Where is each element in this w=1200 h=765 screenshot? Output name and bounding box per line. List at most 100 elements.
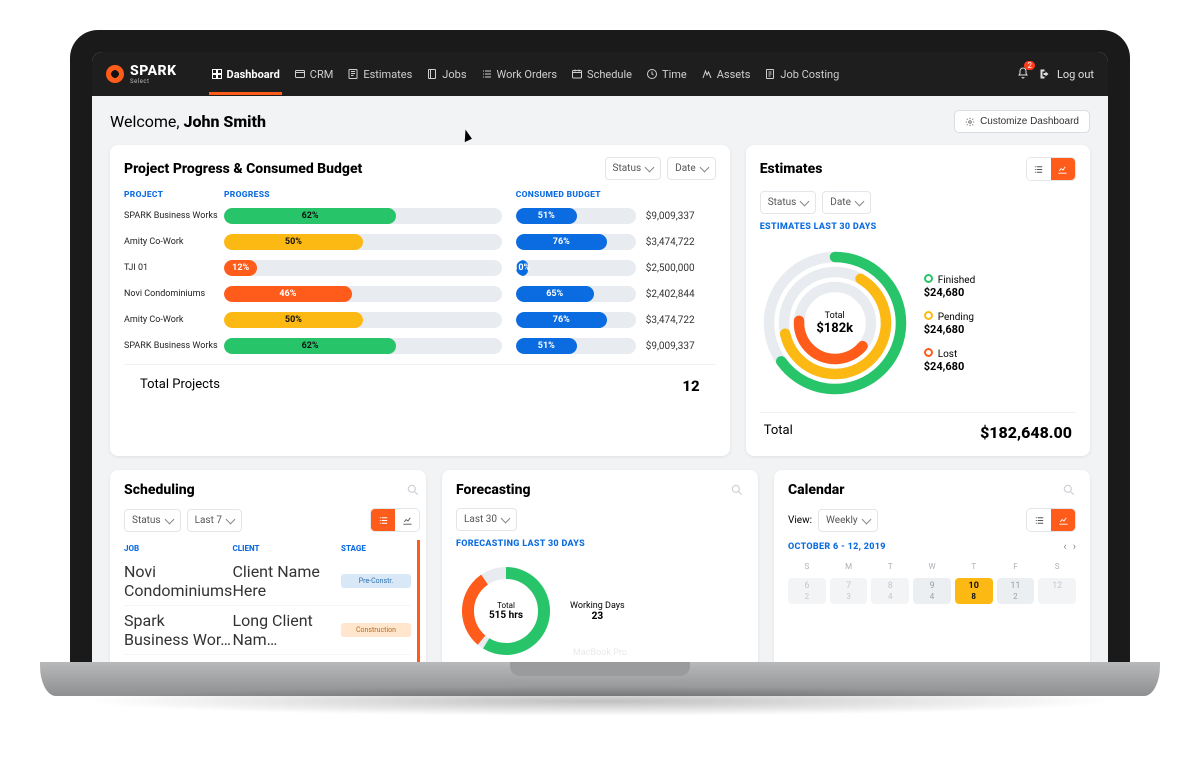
project-name: Amity Co-Work: [124, 315, 224, 325]
nav-icon: [347, 68, 359, 80]
nav-item-crm[interactable]: CRM: [294, 54, 334, 95]
search-icon[interactable]: [730, 483, 744, 497]
cal-day-head: M: [830, 559, 868, 574]
legend-value: $24,680: [924, 286, 976, 299]
scheduling-card: Scheduling Status Last 7: [110, 470, 426, 662]
project-progress-card: Project Progress & Consumed Budget Statu…: [110, 145, 730, 456]
project-name: Amity Co-Work: [124, 237, 224, 247]
cal-cell[interactable]: 62: [788, 578, 826, 604]
cal-chart-toggle[interactable]: [1051, 509, 1075, 531]
welcome-name: John Smith: [183, 112, 265, 131]
nav-icon: [764, 68, 776, 80]
macbook-label: MacBook Pro: [70, 648, 1130, 658]
cal-prev-button[interactable]: ‹: [1063, 540, 1066, 553]
nav-label: Time: [662, 68, 687, 81]
cal-day-head: S: [788, 559, 826, 574]
cal-next-button[interactable]: ›: [1073, 540, 1076, 553]
gear-icon: [965, 117, 975, 127]
budget-fill: 76%: [516, 312, 607, 328]
cal-title: Calendar: [788, 482, 844, 498]
budget-fill: 51%: [516, 208, 577, 224]
nav-item-assets[interactable]: Assets: [701, 54, 751, 95]
nav-item-time[interactable]: Time: [646, 54, 687, 95]
pp-row: Amity Co-Work 50% 76% $3,474,722: [124, 234, 716, 250]
project-name: SPARK Business Works: [124, 211, 224, 221]
chevron-down-icon: [501, 514, 511, 524]
pp-row: TJI 01 12% 10% $2,500,000: [124, 260, 716, 276]
cal-day-head: T: [871, 559, 909, 574]
budget-amount: $9,009,337: [636, 211, 716, 222]
forecast-sublabel: FORECASTING LAST 30 DAYS: [456, 539, 744, 549]
cal-day-head: T: [955, 559, 993, 574]
budget-fill: 51%: [516, 338, 577, 354]
nav-item-work-orders[interactable]: Work Orders: [481, 54, 558, 95]
estimates-list-toggle[interactable]: [1027, 158, 1051, 180]
forecast-range-filter[interactable]: Last 30: [456, 508, 517, 531]
estimates-card: Estimates Status Date: [746, 145, 1090, 456]
chart-icon: [402, 515, 413, 526]
sched-chart-toggle[interactable]: [395, 509, 419, 531]
est-date-filter[interactable]: Date: [822, 191, 871, 214]
search-icon[interactable]: [406, 483, 420, 497]
nav-item-dashboard[interactable]: Dashboard: [211, 54, 280, 95]
cal-cell[interactable]: 12: [1038, 578, 1076, 604]
cal-cell[interactable]: 73: [830, 578, 868, 604]
sched-list-toggle[interactable]: [371, 509, 395, 531]
nav-item-estimates[interactable]: Estimates: [347, 54, 412, 95]
cal-cell[interactable]: 94: [913, 578, 951, 604]
progress-bar: 62%: [224, 338, 502, 354]
sched-range-filter[interactable]: Last 7: [187, 509, 242, 532]
est-total-label: Total: [764, 423, 793, 442]
est-sublabel: ESTIMATES LAST 30 DAYS: [760, 222, 1076, 232]
logout-button[interactable]: Log out: [1039, 68, 1094, 81]
pp-date-filter[interactable]: Date: [667, 157, 716, 180]
stage-badge: Pre-Constr.: [341, 574, 411, 588]
cal-view-select[interactable]: Weekly: [818, 509, 878, 532]
est-status-filter[interactable]: Status: [760, 191, 817, 214]
sched-row[interactable]: Novi CondominiumsClient Name HerePre-Con…: [124, 557, 411, 606]
estimates-chart-toggle[interactable]: [1051, 158, 1075, 180]
est-total-value: $182,648.00: [980, 423, 1072, 442]
pp-status-filter[interactable]: Status: [605, 157, 662, 180]
legend-dot-icon: [924, 274, 933, 283]
pp-row: SPARK Business Works 62% 51% $9,009,337: [124, 338, 716, 354]
cal-day-head: W: [913, 559, 951, 574]
nav-item-job-costing[interactable]: Job Costing: [764, 54, 839, 95]
sched-status-filter[interactable]: Status: [124, 509, 181, 532]
legend-item: Lost$24,680: [924, 348, 976, 373]
chevron-down-icon: [226, 514, 236, 524]
budget-bar: 76%: [516, 234, 636, 250]
progress-fill: 62%: [224, 338, 396, 354]
budget-amount: $3,474,722: [636, 315, 716, 326]
budget-bar: 76%: [516, 312, 636, 328]
budget-bar: 65%: [516, 286, 636, 302]
cal-range: OCTOBER 6 - 12, 2019: [788, 542, 886, 552]
chevron-down-icon: [800, 197, 810, 207]
list-icon: [378, 515, 389, 526]
est-center-label: Total: [825, 311, 845, 321]
customize-dashboard-button[interactable]: Customize Dashboard: [954, 110, 1090, 133]
list-icon: [1033, 164, 1044, 175]
cal-cell[interactable]: 84: [871, 578, 909, 604]
forecast-total-value: 515 hrs: [489, 610, 523, 621]
logout-label: Log out: [1057, 68, 1094, 81]
brand-name: SPARK: [130, 63, 177, 79]
legend-item: Finished$24,680: [924, 274, 976, 299]
nav-icon: [426, 68, 438, 80]
notifications-button[interactable]: 2: [1017, 67, 1029, 82]
search-icon[interactable]: [1062, 483, 1076, 497]
progress-bar: 12%: [224, 260, 502, 276]
sched-col-stage: STAGE: [341, 544, 411, 553]
forecast-wd-value: 23: [570, 611, 625, 622]
cal-cell[interactable]: 112: [997, 578, 1035, 604]
cal-list-toggle[interactable]: [1027, 509, 1051, 531]
legend-dot-icon: [924, 311, 933, 320]
nav-item-jobs[interactable]: Jobs: [426, 54, 466, 95]
nav-label: CRM: [310, 68, 334, 81]
cal-cell[interactable]: 108: [955, 578, 993, 604]
nav-item-schedule[interactable]: Schedule: [571, 54, 632, 95]
pp-col-budget: CONSUMED BUDGET: [516, 190, 636, 200]
legend-value: $24,680: [924, 360, 976, 373]
budget-bar: 10%: [516, 260, 636, 276]
budget-amount: $9,009,337: [636, 341, 716, 352]
